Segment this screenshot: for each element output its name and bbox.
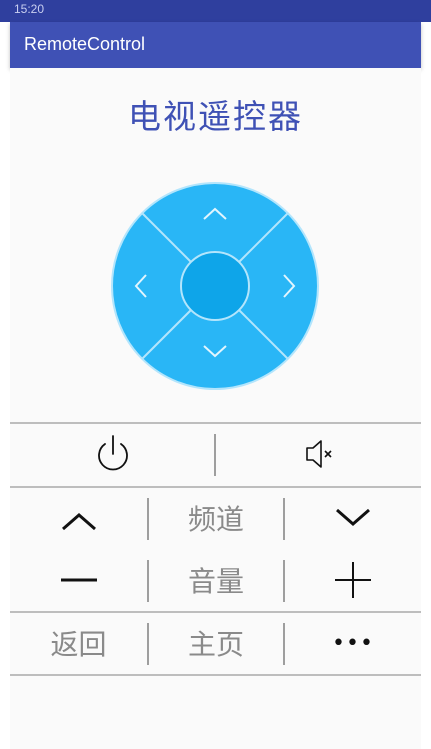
mute-icon bbox=[297, 432, 341, 476]
dpad-ok-button[interactable] bbox=[180, 251, 250, 321]
main-content: 电视遥控器 频道 音量 返回 主页 ••• bbox=[10, 68, 421, 749]
channel-label: 频道 bbox=[187, 503, 244, 536]
power-icon bbox=[91, 432, 135, 476]
chevron-down-icon bbox=[331, 496, 375, 540]
chevron-up-icon bbox=[57, 496, 101, 540]
volume-up-button[interactable] bbox=[285, 550, 421, 610]
channel-down-button[interactable] bbox=[285, 488, 421, 548]
dpad bbox=[111, 182, 319, 390]
status-time: 15:20 bbox=[14, 2, 45, 16]
divider-bottom bbox=[10, 674, 421, 676]
app-bar: RemoteControl bbox=[10, 22, 421, 68]
home-button[interactable]: 主页 bbox=[149, 613, 283, 673]
control-row-channel: 频道 bbox=[10, 488, 421, 548]
status-bar: 15:20 bbox=[0, 0, 431, 22]
control-row-volume: 音量 bbox=[10, 550, 421, 610]
page-title: 电视遥控器 bbox=[128, 97, 303, 136]
control-row-power bbox=[10, 424, 421, 484]
control-row-navigation: 返回 主页 ••• bbox=[10, 613, 421, 673]
mute-button[interactable] bbox=[216, 424, 421, 484]
plus-icon bbox=[331, 558, 375, 602]
power-button[interactable] bbox=[10, 424, 215, 484]
back-button[interactable]: 返回 bbox=[10, 613, 147, 673]
app-title: RemoteControl bbox=[24, 34, 146, 54]
volume-label: 音量 bbox=[187, 565, 244, 598]
volume-down-button[interactable] bbox=[10, 550, 147, 610]
more-button[interactable]: ••• bbox=[285, 613, 421, 673]
minus-icon bbox=[57, 558, 101, 602]
channel-up-button[interactable] bbox=[10, 488, 147, 548]
screen: 15:20 RemoteControl 电视遥控器 频道 音量 返回 主页 ••… bbox=[0, 0, 431, 749]
more-icon: ••• bbox=[332, 630, 374, 656]
